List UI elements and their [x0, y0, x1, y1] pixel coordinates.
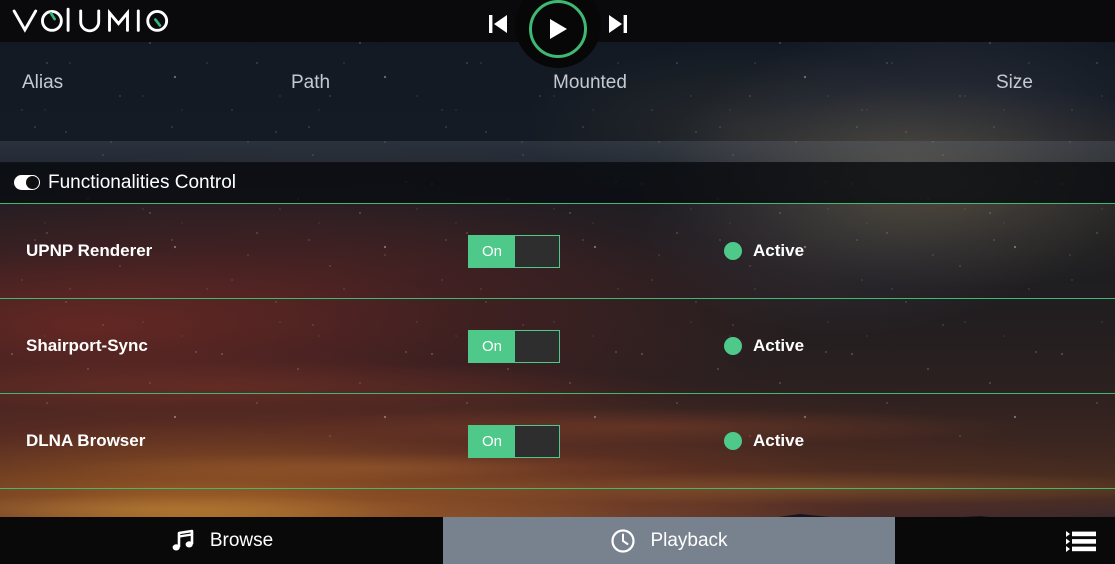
play-button[interactable]	[528, 0, 587, 58]
column-header-mounted: Mounted	[553, 72, 627, 93]
status-label: Active	[753, 241, 805, 260]
dlna-browser-toggle[interactable]: On	[468, 424, 560, 458]
toggle-switch-icon	[14, 175, 40, 190]
column-header-alias: Alias	[22, 72, 64, 93]
tab-playback[interactable]: Playback	[443, 517, 895, 564]
status-badge: Active	[724, 241, 804, 261]
bottom-bar-right-region	[895, 517, 1115, 564]
functionalities-control-header: Functionalities Control	[0, 162, 1115, 204]
section-title: Functionalities Control	[48, 171, 236, 193]
shairport-sync-toggle[interactable]: On	[468, 329, 560, 363]
play-icon	[549, 19, 567, 39]
music-note-icon	[172, 529, 194, 550]
volumio-logo	[12, 7, 169, 33]
functionalities-list: UPNP Renderer On Active Shairport-Sync O…	[0, 204, 1115, 489]
player-transport-controls	[463, 0, 653, 58]
status-dot-icon	[724, 242, 742, 260]
skip-next-icon[interactable]	[605, 9, 631, 39]
status-label: Active	[753, 431, 805, 450]
tab-browse-label: Browse	[209, 529, 274, 551]
setting-label: Shairport-Sync	[26, 336, 148, 355]
column-header-path: Path	[291, 72, 331, 93]
setting-row-upnp-renderer: UPNP Renderer On Active	[0, 204, 1115, 299]
setting-label: UPNP Renderer	[26, 241, 153, 260]
tab-playback-label: Playback	[650, 529, 728, 551]
upnp-renderer-toggle[interactable]: On	[468, 234, 560, 268]
clock-icon	[611, 528, 636, 553]
status-dot-icon	[724, 337, 742, 355]
status-dot-icon	[724, 432, 742, 450]
toggle-on-label: On	[469, 330, 515, 362]
toggle-off-track	[515, 425, 559, 457]
toggle-on-label: On	[469, 425, 515, 457]
toggle-off-track	[515, 235, 559, 267]
setting-row-shairport-sync: Shairport-Sync On Active	[0, 299, 1115, 394]
mount-table-headers: Alias Path Mounted Size	[0, 72, 1115, 102]
skip-previous-icon[interactable]	[485, 9, 511, 39]
column-header-size: Size	[996, 72, 1033, 93]
status-label: Active	[753, 336, 805, 355]
bottom-navigation-bar: Browse Playback	[0, 517, 1115, 564]
setting-row-dlna-browser: DLNA Browser On Active	[0, 394, 1115, 489]
toggle-on-label: On	[469, 235, 515, 267]
toggle-off-track	[515, 330, 559, 362]
status-badge: Active	[724, 336, 804, 356]
playlist-queue-icon[interactable]	[1066, 529, 1096, 553]
volumio-app-window: Alias Path Mounted Size Functionalities …	[0, 0, 1115, 564]
status-badge: Active	[724, 431, 804, 451]
setting-label: DLNA Browser	[26, 431, 146, 450]
tab-browse[interactable]: Browse	[0, 517, 443, 564]
